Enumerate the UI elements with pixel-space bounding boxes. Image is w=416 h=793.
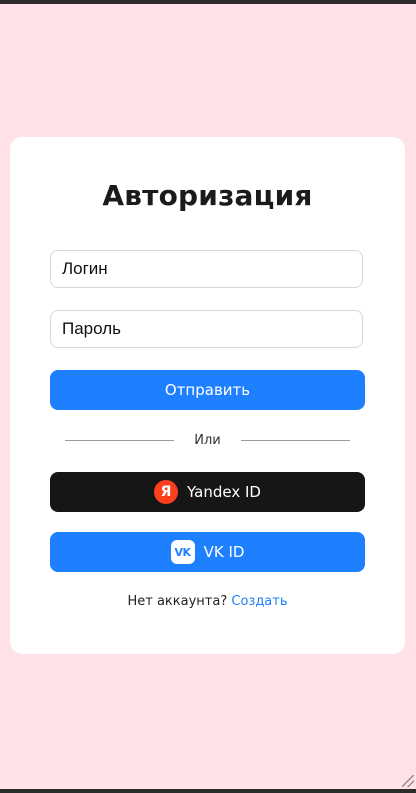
divider-line-left <box>65 439 175 441</box>
yandex-id-button[interactable]: Я Yandex ID <box>50 472 365 512</box>
submit-button-label: Отправить <box>164 381 251 399</box>
page-title: Авторизация <box>102 179 313 212</box>
or-divider: Или <box>65 431 351 449</box>
vk-id-button[interactable]: VK VK ID <box>50 532 365 572</box>
window-bottom-edge <box>0 789 416 793</box>
signup-prompt: Нет аккаунта? Создать <box>10 594 405 609</box>
auth-card: Авторизация Отправить Или Я Yandex ID VK… <box>10 137 405 654</box>
login-input[interactable] <box>50 250 363 288</box>
password-input[interactable] <box>50 310 363 348</box>
divider-text: Или <box>194 432 221 448</box>
create-account-link[interactable]: Создать <box>231 594 287 609</box>
divider-line-right <box>240 439 351 441</box>
yandex-id-label: Yandex ID <box>187 483 261 501</box>
submit-button[interactable]: Отправить <box>50 370 365 410</box>
window-top-edge <box>0 0 416 4</box>
no-account-text: Нет аккаунта? <box>127 594 228 609</box>
vk-logo-icon: VK <box>170 540 195 564</box>
vk-id-label: VK ID <box>203 543 245 561</box>
yandex-logo-icon: Я <box>154 480 179 504</box>
resize-handle-icon[interactable] <box>402 775 414 787</box>
